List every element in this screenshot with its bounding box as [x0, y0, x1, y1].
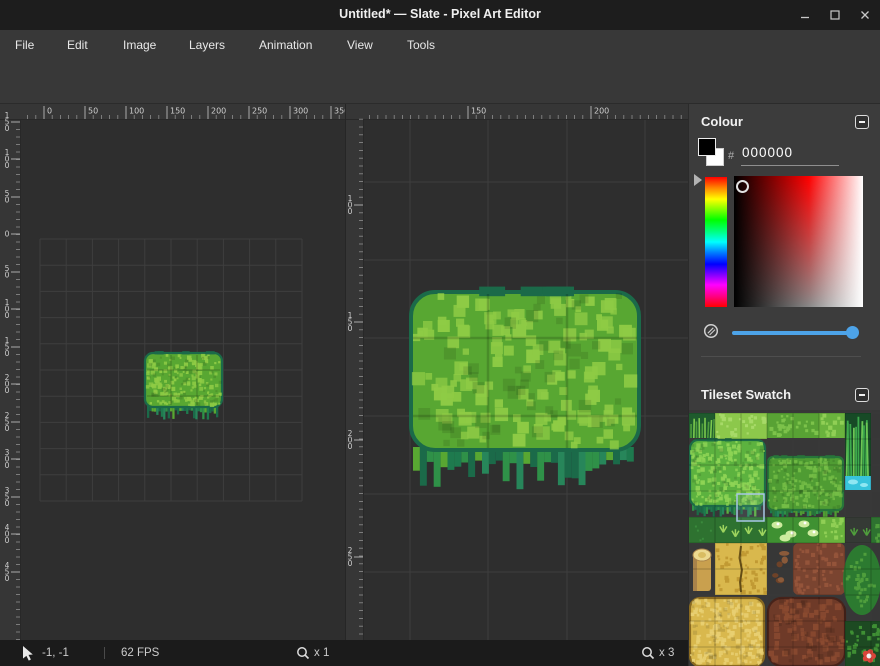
- svg-text:0: 0: [5, 229, 10, 238]
- svg-text:0: 0: [5, 499, 10, 508]
- svg-text:300: 300: [293, 107, 308, 116]
- cursor-coordinates: -1, -1: [42, 640, 69, 666]
- close-icon: [860, 10, 870, 20]
- canvas-pane-2[interactable]: 150200100150200250: [345, 104, 688, 640]
- window-controls: [790, 0, 880, 30]
- saturation-lightness-picker[interactable]: [734, 176, 863, 307]
- svg-text:200: 200: [211, 107, 226, 116]
- svg-text:350: 350: [334, 107, 345, 116]
- svg-text:0: 0: [5, 124, 10, 133]
- svg-text:0: 0: [5, 574, 10, 583]
- tileset-collapse-button[interactable]: [855, 388, 869, 402]
- tileset-selected-tile[interactable]: [737, 494, 764, 521]
- foreground-colour-swatch[interactable]: [698, 138, 716, 156]
- minimize-icon: [800, 10, 810, 20]
- colour-collapse-button[interactable]: [855, 115, 869, 129]
- titlebar: Untitled* — Slate - Pixel Art Editor: [0, 0, 880, 30]
- svg-text:0: 0: [348, 207, 353, 216]
- svg-text:0: 0: [5, 311, 10, 320]
- svg-text:0: 0: [5, 461, 10, 470]
- svg-text:0: 0: [348, 324, 353, 333]
- svg-text:100: 100: [129, 107, 144, 116]
- minus-icon: [859, 121, 865, 123]
- panel-divider: [701, 356, 861, 357]
- menu-item-file[interactable]: File: [11, 30, 38, 60]
- menu-item-edit[interactable]: Edit: [63, 30, 92, 60]
- menu-item-layers[interactable]: Layers: [185, 30, 229, 60]
- svg-text:0: 0: [5, 349, 10, 358]
- opacity-slider-handle[interactable]: [846, 326, 859, 339]
- toolbar: [0, 60, 880, 104]
- close-button[interactable]: [850, 0, 880, 30]
- menu-item-animation[interactable]: Animation: [255, 30, 316, 60]
- tileset-swatch-grid[interactable]: [689, 410, 880, 666]
- opacity-slider[interactable]: [732, 331, 856, 335]
- menu-item-image[interactable]: Image: [119, 30, 160, 60]
- window-title: Untitled* — Slate - Pixel Art Editor: [339, 7, 541, 21]
- zoom-icon-pane1: [296, 646, 310, 660]
- svg-text:150: 150: [170, 107, 185, 116]
- statusbar: -1, -1 62 FPS x 1 x 3: [0, 640, 688, 666]
- cursor-pointer-icon: [22, 646, 34, 660]
- hue-marker-icon: [694, 174, 702, 186]
- zoom-icon-pane2: [641, 646, 655, 660]
- svg-text:50: 50: [88, 107, 98, 116]
- svg-text:150: 150: [471, 107, 486, 116]
- zoom-level-pane1: x 1: [314, 640, 329, 666]
- minimize-button[interactable]: [790, 0, 820, 30]
- svg-text:0: 0: [47, 107, 52, 116]
- svg-text:0: 0: [5, 161, 10, 170]
- hex-input-underline: [741, 165, 839, 166]
- svg-text:0: 0: [5, 424, 10, 433]
- status-divider: [104, 647, 105, 659]
- hex-prefix-label: #: [728, 150, 734, 162]
- fps-counter: 62 FPS: [121, 640, 159, 666]
- minus-icon: [859, 394, 865, 396]
- svg-text:0: 0: [5, 271, 10, 280]
- menu-item-tools[interactable]: Tools: [403, 30, 439, 60]
- hue-slider[interactable]: [705, 177, 727, 307]
- sv-marker-icon: [736, 180, 749, 193]
- tileset-panel-title: Tileset Swatch: [701, 387, 791, 402]
- svg-text:250: 250: [252, 107, 267, 116]
- colour-panel-title: Colour: [701, 114, 743, 129]
- maximize-icon: [830, 10, 840, 20]
- hex-colour-input[interactable]: 000000: [742, 145, 838, 160]
- svg-text:0: 0: [5, 536, 10, 545]
- svg-text:0: 0: [348, 442, 353, 451]
- menubar: File Edit Image Layers Animation View Tools: [0, 30, 880, 60]
- app-window: Untitled* — Slate - Pixel Art Editor Fil…: [0, 0, 880, 666]
- side-panel: Colour # 000000 Tileset Swatch: [688, 104, 880, 666]
- zoom-level-pane2: x 3: [659, 640, 674, 666]
- svg-text:0: 0: [348, 559, 353, 568]
- svg-text:0: 0: [5, 386, 10, 395]
- svg-text:0: 0: [5, 196, 10, 205]
- svg-text:200: 200: [594, 107, 609, 116]
- canvas-pane-1[interactable]: 0501001502002503003501501005005010015020…: [0, 104, 345, 640]
- menu-item-view[interactable]: View: [343, 30, 377, 60]
- opacity-icon: [703, 323, 719, 344]
- maximize-button[interactable]: [820, 0, 850, 30]
